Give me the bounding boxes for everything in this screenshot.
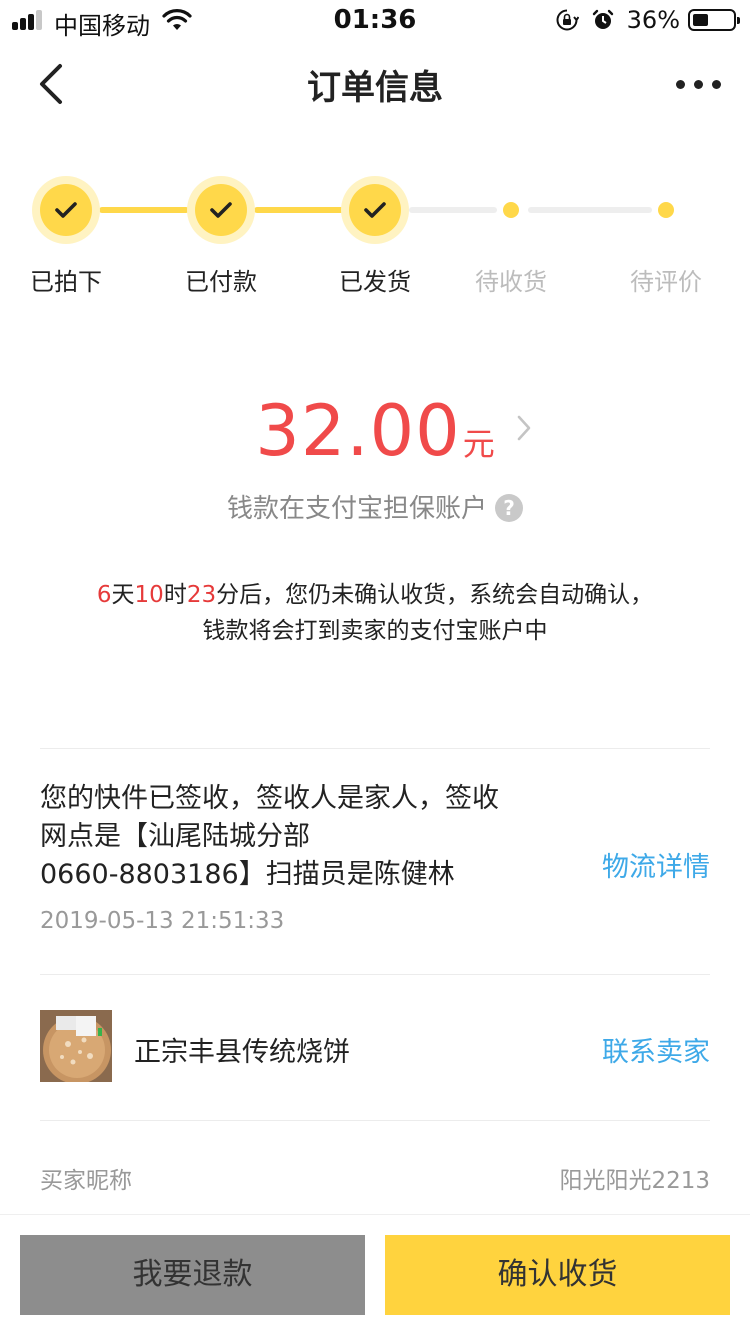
step-label: 已拍下 xyxy=(30,268,102,296)
logistics-line: 您的快件已签收，签收人是家人，签收 xyxy=(40,783,499,814)
step-label: 待评价 xyxy=(630,268,702,296)
navigation-bar: 订单信息 xyxy=(0,40,750,128)
checkmark-icon xyxy=(364,202,386,218)
escrow-status: 钱款在支付宝担保账户? xyxy=(0,488,750,525)
step-done-indicator xyxy=(32,176,100,244)
logistics-line: 网点是【汕尾陆城分部 xyxy=(40,821,310,852)
refund-button[interactable]: 我要退款 xyxy=(20,1235,365,1315)
more-options-icon[interactable] xyxy=(674,68,724,98)
auto-confirm-notice: 6天10时23分后，您仍未确认收货，系统会自动确认，钱款将会打到卖家的支付宝账户… xyxy=(90,577,660,649)
contact-seller-link[interactable]: 联系卖家 xyxy=(602,1030,710,1069)
countdown-hours: 10 xyxy=(134,582,164,608)
divider xyxy=(40,748,710,749)
step-label: 待收货 xyxy=(475,268,547,296)
progress-track-pending xyxy=(409,207,497,213)
logistics-timestamp: 2019-05-13 21:51:33 xyxy=(40,908,285,934)
step-pending-dot xyxy=(503,202,519,218)
countdown-minutes: 23 xyxy=(186,582,217,608)
checkmark-icon xyxy=(55,202,77,218)
escrow-text: 钱款在支付宝担保账户 xyxy=(226,494,487,524)
logistics-detail-link[interactable]: 物流详情 xyxy=(602,845,710,884)
alarm-icon xyxy=(592,9,613,29)
logistics-status[interactable]: 您的快件已签收，签收人是家人，签收 网点是【汕尾陆城分部 0660-880318… xyxy=(40,780,540,894)
product-thumbnail[interactable] xyxy=(40,1010,112,1082)
order-progress: 已拍下 已付款 已发货 待收货 待评价 xyxy=(0,170,750,300)
logistics-line: 0660-8803186】扫描员是陈健林 xyxy=(40,859,455,890)
chevron-right-icon[interactable] xyxy=(514,412,534,444)
divider xyxy=(40,974,710,975)
payment-amount: 32.00 xyxy=(255,390,461,472)
step-done-indicator xyxy=(341,176,409,244)
step-done-indicator xyxy=(187,176,255,244)
hours-unit: 时 xyxy=(163,582,187,608)
product-name[interactable]: 正宗丰县传统烧饼 xyxy=(134,1030,350,1069)
confirm-receipt-button[interactable]: 确认收货 xyxy=(385,1235,730,1315)
page-title: 订单信息 xyxy=(307,68,443,108)
payment-amount-row[interactable]: 32.00元 xyxy=(0,390,750,472)
battery-percent: 36% xyxy=(626,6,680,34)
step-pending-dot xyxy=(658,202,674,218)
progress-track-done xyxy=(99,207,189,213)
notice-text: 分后，您仍未确认收货，系统会自动确认，钱款将会打到卖家的支付宝账户中 xyxy=(202,582,654,644)
help-icon[interactable]: ? xyxy=(495,494,523,522)
status-bar: 中国移动 01:36 36% xyxy=(0,0,750,40)
divider xyxy=(40,1120,710,1121)
progress-track-done xyxy=(254,207,344,213)
buyer-nickname-value: 阳光阳光2213 xyxy=(559,1168,710,1194)
currency-unit: 元 xyxy=(462,425,495,463)
buyer-nickname-label: 买家昵称 xyxy=(40,1168,132,1194)
days-unit: 天 xyxy=(111,582,135,608)
step-label: 已发货 xyxy=(339,268,411,296)
battery-icon xyxy=(688,9,740,31)
progress-track-pending xyxy=(528,207,652,213)
step-label: 已付款 xyxy=(185,268,257,296)
checkmark-icon xyxy=(210,202,232,218)
bottom-action-bar: 我要退款 确认收货 xyxy=(0,1214,750,1334)
countdown-days: 6 xyxy=(96,582,112,608)
rotation-lock-icon xyxy=(556,9,579,31)
